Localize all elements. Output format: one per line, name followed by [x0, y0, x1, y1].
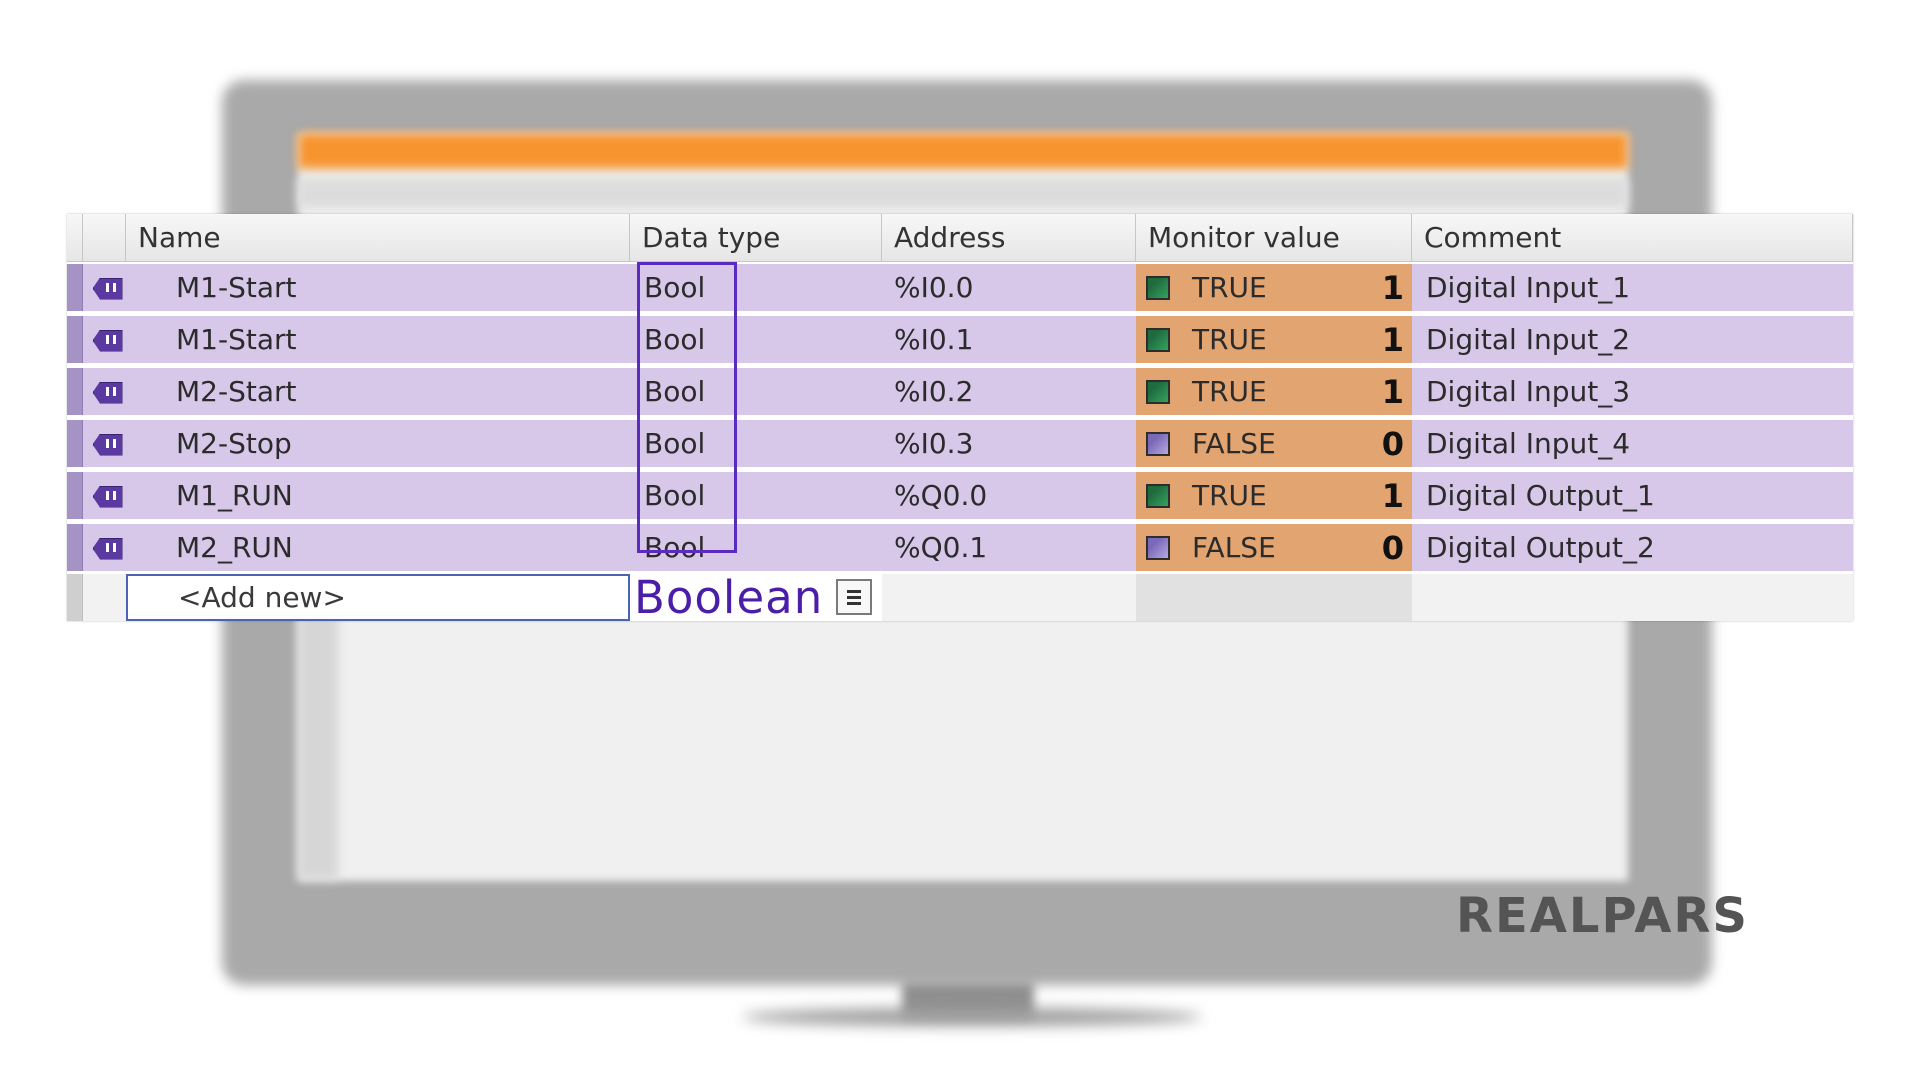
table-row[interactable]: M1_RUN Bool %Q0.0 TRUE 1 Digital Output_…: [67, 470, 1853, 522]
tag-icon-cell: [83, 264, 126, 311]
tag-name-cell[interactable]: M2-Start: [126, 368, 630, 415]
status-true-icon: [1146, 275, 1170, 300]
add-new-data-type-cell[interactable]: Boolean: [630, 571, 882, 624]
monitor-bit-value: 1: [1381, 476, 1404, 515]
monitor-bit-value: 1: [1381, 372, 1404, 411]
comment-cell[interactable]: Digital Input_2: [1412, 316, 1853, 363]
tag-icon-cell: [83, 524, 126, 571]
plc-tag-table: Name Data type Address Monitor value Com…: [67, 214, 1853, 624]
tag-name-cell[interactable]: M2_RUN: [126, 524, 630, 571]
input-tag-icon: [87, 277, 123, 300]
add-new-name-input[interactable]: <Add new>: [126, 574, 630, 621]
comment-cell[interactable]: Digital Input_1: [1412, 264, 1853, 311]
tag-name-cell[interactable]: M1_RUN: [126, 472, 630, 519]
address-cell[interactable]: %Q0.1: [882, 524, 1136, 571]
header-icon-column: [83, 214, 126, 261]
comment-cell[interactable]: Digital Output_2: [1412, 524, 1853, 571]
address-cell[interactable]: %I0.1: [882, 316, 1136, 363]
input-tag-icon: [87, 329, 123, 352]
column-header-comment[interactable]: Comment: [1412, 214, 1853, 261]
monitor-bit-value: 1: [1381, 268, 1404, 307]
input-tag-icon: [87, 537, 123, 560]
input-tag-icon: [87, 485, 123, 508]
monitor-value-text: TRUE: [1192, 323, 1267, 356]
data-type-cell[interactable]: Bool: [630, 472, 882, 519]
status-false-icon: [1146, 535, 1170, 560]
status-false-icon: [1146, 431, 1170, 456]
add-new-monitor-cell: [1136, 574, 1412, 621]
data-type-cell[interactable]: Bool: [630, 368, 882, 415]
tag-icon-cell: [83, 368, 126, 415]
blurred-title-bar: [298, 133, 1628, 169]
status-true-icon: [1146, 327, 1170, 352]
tag-icon-cell: [83, 420, 126, 467]
list-icon[interactable]: [836, 579, 872, 615]
blurred-side-panel: [298, 600, 338, 880]
monitor-stand-base: [742, 1008, 1202, 1026]
data-type-cell[interactable]: Bool: [630, 264, 882, 311]
monitor-value-cell: TRUE 1: [1136, 368, 1412, 415]
monitor-value-text: TRUE: [1192, 271, 1267, 304]
table-row[interactable]: M1-Start Bool %I0.0 TRUE 1 Digital Input…: [67, 262, 1853, 314]
comment-cell[interactable]: Digital Input_3: [1412, 368, 1853, 415]
address-cell[interactable]: %I0.2: [882, 368, 1136, 415]
address-cell[interactable]: %Q0.0: [882, 472, 1136, 519]
row-number-cell: [67, 316, 83, 363]
data-type-cell[interactable]: Bool: [630, 420, 882, 467]
tag-name-cell[interactable]: M2-Stop: [126, 420, 630, 467]
comment-cell[interactable]: Digital Input_4: [1412, 420, 1853, 467]
data-type-cell[interactable]: Bool: [630, 524, 882, 571]
tag-name-cell[interactable]: M1-Start: [126, 316, 630, 363]
monitor-value-text: TRUE: [1192, 375, 1267, 408]
monitor-bit-value: 0: [1381, 528, 1404, 567]
monitor-value-text: FALSE: [1192, 427, 1276, 460]
monitor-value-text: TRUE: [1192, 479, 1267, 512]
row-number-cell: [67, 264, 83, 311]
monitor-value-cell: TRUE 1: [1136, 472, 1412, 519]
input-tag-icon: [87, 433, 123, 456]
address-cell[interactable]: %I0.0: [882, 264, 1136, 311]
tag-icon-cell: [83, 574, 126, 621]
status-true-icon: [1146, 483, 1170, 508]
realpars-logo: REALPARS: [1456, 888, 1749, 944]
row-number-cell: [67, 574, 83, 621]
row-number-cell: [67, 368, 83, 415]
input-tag-icon: [87, 381, 123, 404]
row-number-cell: [67, 420, 83, 467]
add-new-row[interactable]: <Add new> Boolean: [67, 571, 1853, 624]
address-cell[interactable]: %I0.3: [882, 420, 1136, 467]
status-true-icon: [1146, 379, 1170, 404]
header-row-number: [67, 214, 83, 261]
boolean-callout: Boolean: [634, 571, 824, 624]
data-type-cell[interactable]: Bool: [630, 316, 882, 363]
monitor-value-cell: TRUE 1: [1136, 316, 1412, 363]
monitor-value-cell: FALSE 0: [1136, 524, 1412, 571]
blurred-toolbar: [298, 178, 1628, 208]
table-row[interactable]: M2_RUN Bool %Q0.1 FALSE 0 Digital Output…: [67, 522, 1853, 574]
table-header: Name Data type Address Monitor value Com…: [67, 214, 1853, 262]
monitor-value-text: FALSE: [1192, 531, 1276, 564]
table-row[interactable]: M1-Start Bool %I0.1 TRUE 1 Digital Input…: [67, 314, 1853, 366]
column-header-monitor-value[interactable]: Monitor value: [1136, 214, 1412, 261]
add-new-address-cell[interactable]: [882, 574, 1136, 621]
tag-icon-cell: [83, 316, 126, 363]
add-new-comment-cell[interactable]: [1412, 574, 1853, 621]
monitor-value-cell: FALSE 0: [1136, 420, 1412, 467]
comment-cell[interactable]: Digital Output_1: [1412, 472, 1853, 519]
monitor-value-cell: TRUE 1: [1136, 264, 1412, 311]
table-row[interactable]: M2-Start Bool %I0.2 TRUE 1 Digital Input…: [67, 366, 1853, 418]
column-header-name[interactable]: Name: [126, 214, 630, 261]
table-row[interactable]: M2-Stop Bool %I0.3 FALSE 0 Digital Input…: [67, 418, 1853, 470]
monitor-bit-value: 1: [1381, 320, 1404, 359]
row-number-cell: [67, 524, 83, 571]
monitor-bit-value: 0: [1381, 424, 1404, 463]
tag-name-cell[interactable]: M1-Start: [126, 264, 630, 311]
column-header-data-type[interactable]: Data type: [630, 214, 882, 261]
tag-icon-cell: [83, 472, 126, 519]
column-header-address[interactable]: Address: [882, 214, 1136, 261]
row-number-cell: [67, 472, 83, 519]
